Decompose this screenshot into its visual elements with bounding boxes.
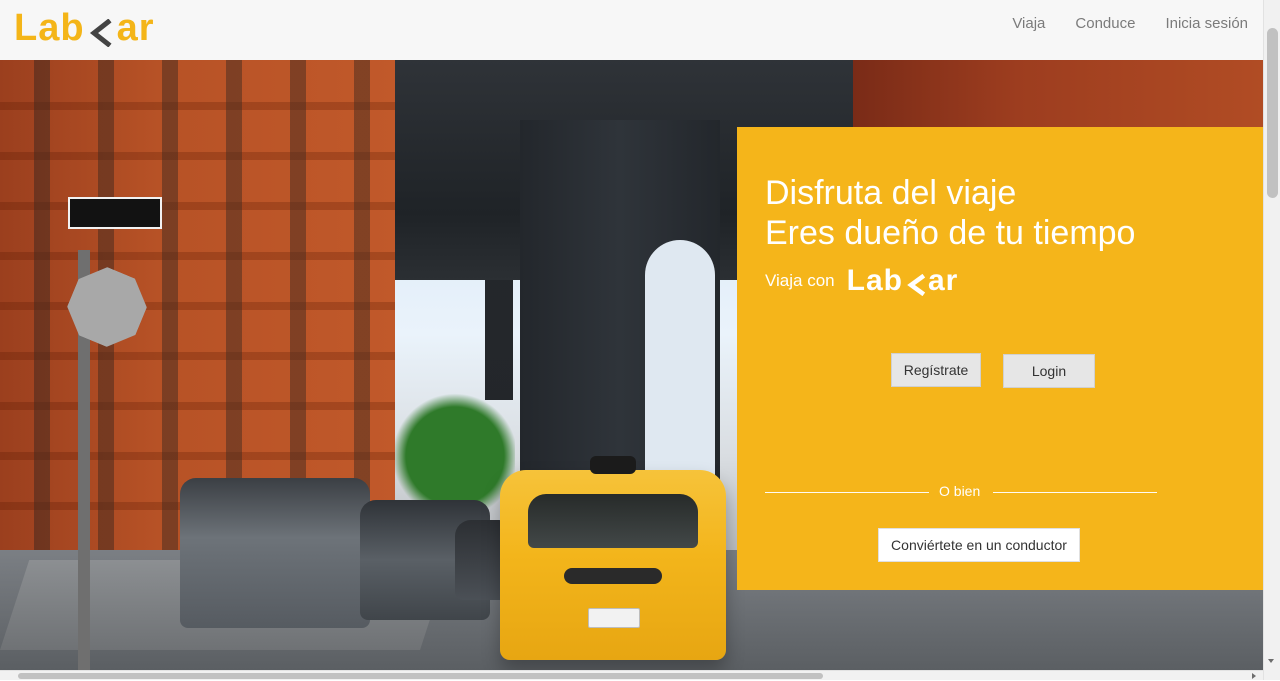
brand-logo-right-text: ar <box>116 6 155 49</box>
register-button[interactable]: Regístrate <box>891 353 981 387</box>
yellow-taxi <box>500 456 726 660</box>
horizontal-scrollbar[interactable] <box>0 670 1263 680</box>
travel-with: Viaja con Lab ar <box>765 264 958 298</box>
hero-cta-card: Disfruta del viaje Eres dueño de tu tiem… <box>737 127 1263 590</box>
or-divider: O bien <box>765 483 1157 499</box>
divider-line-right <box>993 492 1157 493</box>
nav-link-inicia-sesion[interactable]: Inicia sesión <box>1165 15 1248 32</box>
taxi-license-plate <box>588 608 640 628</box>
become-driver-button[interactable]: Conviértete en un conductor <box>878 528 1080 562</box>
hero-title-line-1: Disfruta del viaje <box>765 174 1017 212</box>
top-navbar: Lab ar Viaja Conduce Inicia sesión <box>0 0 1263 61</box>
vertical-scrollbar-thumb[interactable] <box>1267 28 1278 198</box>
divider-text: O bien <box>939 483 981 499</box>
travel-with-label: Viaja con <box>765 271 835 290</box>
main-nav: Viaja Conduce Inicia sesión <box>1012 15 1248 32</box>
chevron-left-mark-icon <box>87 14 115 48</box>
horizontal-scrollbar-thumb[interactable] <box>18 673 823 679</box>
one-way-sign <box>68 197 162 229</box>
nav-link-conduce[interactable]: Conduce <box>1075 15 1135 32</box>
taxi-roof-sign <box>590 456 636 474</box>
login-button[interactable]: Login <box>1003 354 1095 388</box>
nav-link-viaja[interactable]: Viaja <box>1012 15 1045 32</box>
hero-trees <box>395 390 515 510</box>
hero-bridge-arch <box>645 240 715 490</box>
divider-line-left <box>765 492 929 493</box>
brand-logo-left-text: Lab <box>14 6 85 49</box>
hero-title-line-2: Eres dueño de tu tiempo <box>765 214 1136 252</box>
scroll-down-arrow-icon[interactable] <box>1266 656 1276 666</box>
taxi-windshield <box>528 494 698 548</box>
vertical-scrollbar[interactable] <box>1263 0 1280 680</box>
chevron-left-mark-icon <box>905 270 927 297</box>
taxi-grill <box>564 568 662 584</box>
parked-car <box>180 478 370 628</box>
labcar-logo-left-text: Lab <box>846 264 903 297</box>
brand-logo[interactable]: Lab ar <box>14 6 154 50</box>
labcar-logo-right-text: ar <box>927 264 959 297</box>
labcar-logo: Lab ar <box>847 264 959 298</box>
